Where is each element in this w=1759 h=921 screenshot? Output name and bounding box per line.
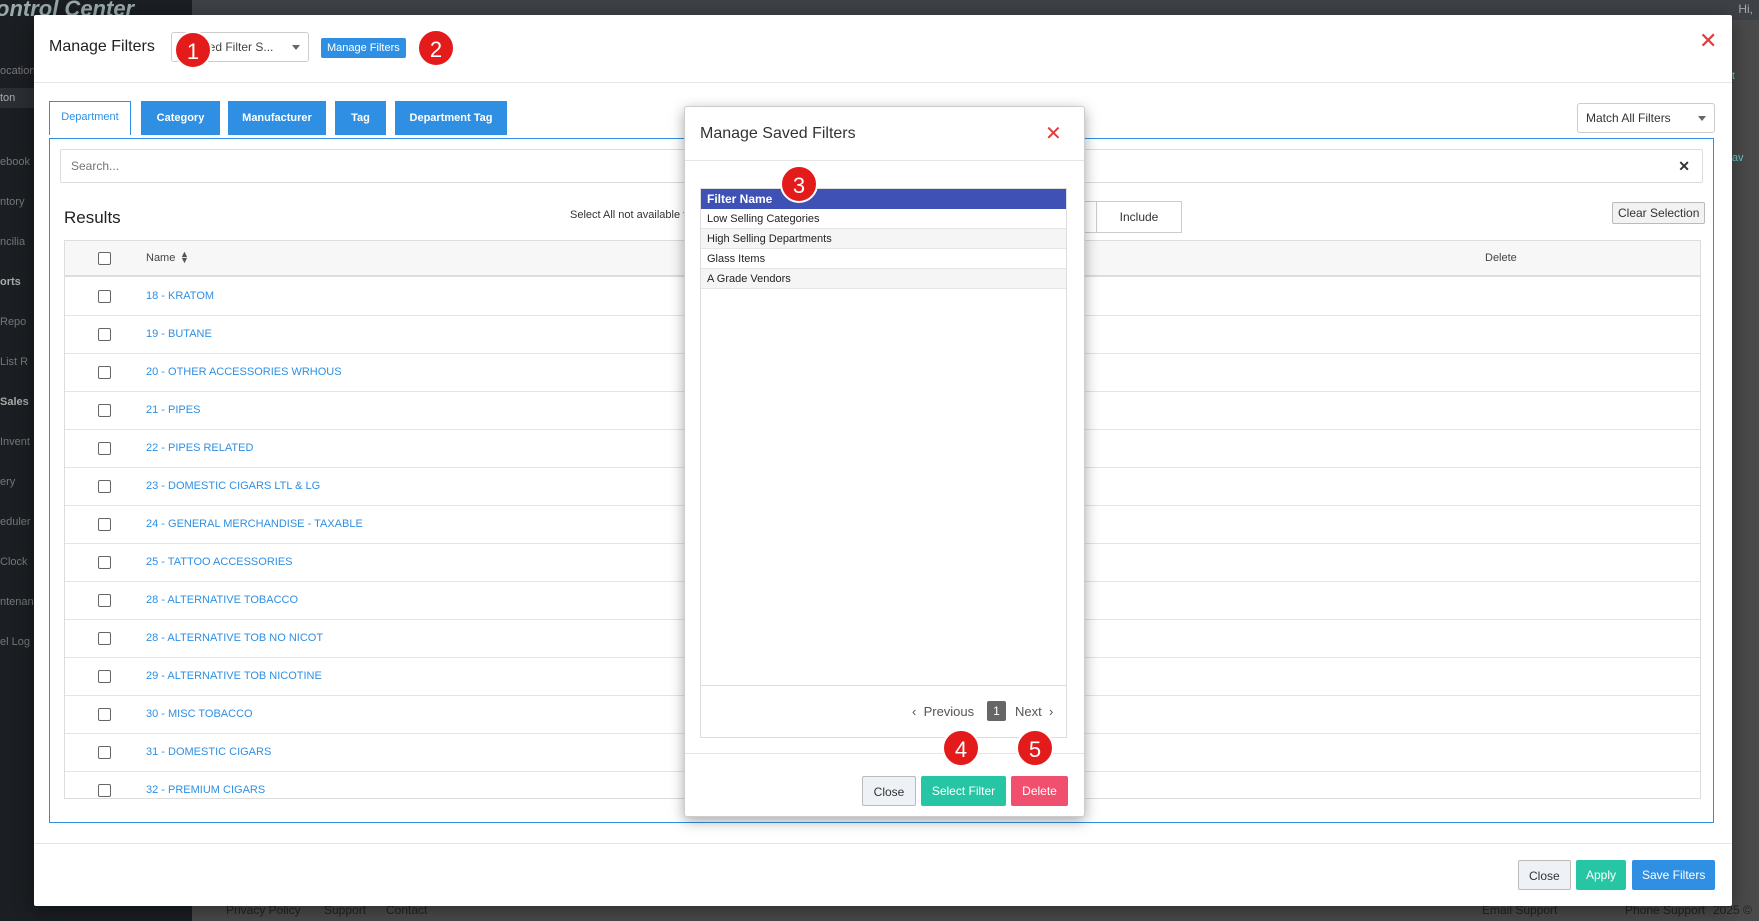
saved-modal-header: Manage Saved Filters ✕ bbox=[685, 107, 1084, 161]
chevron-left-icon: ‹ bbox=[912, 704, 924, 719]
row-checkbox[interactable] bbox=[98, 556, 111, 569]
sidebar-item: ntory bbox=[0, 196, 25, 208]
modal-footer: Close Apply Save Filters bbox=[34, 843, 1732, 907]
callout-badge: 2 bbox=[417, 29, 455, 67]
row-name-link[interactable]: 22 - PIPES RELATED bbox=[146, 442, 253, 454]
row-name-link[interactable]: 19 - BUTANE bbox=[146, 328, 212, 340]
sidebar-item: eduler bbox=[0, 516, 31, 528]
callout-badge: 5 bbox=[1016, 729, 1054, 767]
row-checkbox[interactable] bbox=[98, 518, 111, 531]
match-filters-value: Match All Filters bbox=[1586, 111, 1671, 125]
row-name-link[interactable]: 31 - DOMESTIC CIGARS bbox=[146, 746, 271, 758]
row-name-link[interactable]: 29 - ALTERNATIVE TOB NICOTINE bbox=[146, 670, 322, 682]
row-name-link[interactable]: 24 - GENERAL MERCHANDISE - TAXABLE bbox=[146, 518, 363, 530]
row-checkbox[interactable] bbox=[98, 366, 111, 379]
saved-filters-grid: Filter Name Low Selling Categories High … bbox=[700, 188, 1067, 738]
row-name-link[interactable]: 28 - ALTERNATIVE TOBACCO bbox=[146, 594, 298, 606]
row-name-link[interactable]: 28 - ALTERNATIVE TOB NO NICOT bbox=[146, 632, 323, 644]
row-name-link[interactable]: 20 - OTHER ACCESSORIES WRHOUS bbox=[146, 366, 342, 378]
tab-manufacturer[interactable]: Manufacturer bbox=[228, 101, 326, 135]
save-filters-button[interactable]: Save Filters bbox=[1632, 860, 1716, 890]
sidebar-item: Clock bbox=[0, 556, 28, 568]
select-filter-button[interactable]: Select Filter bbox=[921, 776, 1006, 806]
close-button[interactable]: Close bbox=[1518, 860, 1571, 890]
row-name-link[interactable]: 21 - PIPES bbox=[146, 404, 200, 416]
sidebar-item: Repo bbox=[0, 316, 27, 328]
sidebar-item: ebook bbox=[0, 156, 30, 168]
row-checkbox[interactable] bbox=[98, 632, 111, 645]
close-button[interactable]: Close bbox=[862, 776, 916, 806]
row-name-link[interactable]: 30 - MISC TOBACCO bbox=[146, 708, 253, 720]
close-icon[interactable]: ✕ bbox=[1045, 124, 1062, 144]
sidebar-item: List R bbox=[0, 356, 29, 368]
sidebar-item: ery bbox=[0, 476, 16, 488]
row-checkbox[interactable] bbox=[98, 784, 111, 797]
greeting: Hi, bbox=[1738, 2, 1753, 16]
sort-icon[interactable]: ▲ ▼ bbox=[180, 250, 189, 265]
row-name-link[interactable]: 23 - DOMESTIC CIGARS LTL & LG bbox=[146, 480, 320, 492]
modal-title: Manage Filters bbox=[49, 38, 155, 55]
pager-next[interactable]: Next › bbox=[1015, 704, 1053, 719]
manage-filters-button[interactable]: Manage Filters bbox=[321, 38, 406, 58]
sidebar-item: ncilia bbox=[0, 236, 26, 248]
callout-badge: 3 bbox=[780, 165, 818, 203]
sidebar-item: Invent bbox=[0, 436, 30, 448]
list-item[interactable]: A Grade Vendors bbox=[701, 269, 1066, 289]
callout-badge: 4 bbox=[942, 729, 980, 767]
modal-header: Manage Filters aved Filter S... Manage F… bbox=[34, 15, 1732, 83]
row-checkbox[interactable] bbox=[98, 290, 111, 303]
row-checkbox[interactable] bbox=[98, 404, 111, 417]
row-checkbox[interactable] bbox=[98, 708, 111, 721]
apply-button[interactable]: Apply bbox=[1576, 860, 1627, 890]
tab-department[interactable]: Department bbox=[49, 101, 131, 135]
list-item[interactable]: Low Selling Categories bbox=[701, 209, 1066, 229]
row-name-link[interactable]: 18 - KRATOM bbox=[146, 290, 214, 302]
chevron-down-icon bbox=[292, 45, 300, 50]
sidebar-item: Sales bbox=[0, 396, 29, 408]
sidebar-item: el Log bbox=[0, 636, 30, 648]
clear-search-icon[interactable]: ✕ bbox=[1678, 158, 1690, 175]
row-checkbox[interactable] bbox=[98, 480, 111, 493]
sidebar-item: orts bbox=[0, 276, 21, 288]
pager-previous[interactable]: ‹ Previous bbox=[912, 704, 974, 719]
pager: ‹ Previous 1 Next › bbox=[701, 685, 1066, 738]
delete-button[interactable]: Delete bbox=[1011, 776, 1068, 806]
row-name-link[interactable]: 32 - PREMIUM CIGARS bbox=[146, 784, 265, 796]
tab-department-tag[interactable]: Department Tag bbox=[395, 101, 507, 135]
pager-previous-label: Previous bbox=[923, 704, 975, 719]
row-checkbox[interactable] bbox=[98, 328, 111, 341]
list-item[interactable]: High Selling Departments bbox=[701, 229, 1066, 249]
sidebar-item: ntenan bbox=[0, 596, 34, 608]
list-item[interactable]: Glass Items bbox=[701, 249, 1066, 269]
column-filter-name: Filter Name bbox=[701, 189, 1066, 209]
pager-current-page[interactable]: 1 bbox=[987, 701, 1006, 721]
row-checkbox[interactable] bbox=[98, 670, 111, 683]
chevron-right-icon: › bbox=[1041, 704, 1054, 719]
chevron-down-icon bbox=[1698, 116, 1706, 121]
results-title: Results bbox=[64, 208, 121, 227]
row-checkbox[interactable] bbox=[98, 594, 111, 607]
row-checkbox[interactable] bbox=[98, 746, 111, 759]
match-filters-select[interactable]: Match All Filters bbox=[1577, 103, 1715, 133]
sidebar-item: ocation bbox=[0, 65, 36, 77]
saved-modal-title: Manage Saved Filters bbox=[700, 125, 856, 142]
manage-saved-filters-modal: Manage Saved Filters ✕ Filter Name Low S… bbox=[684, 106, 1085, 817]
callout-badge: 1 bbox=[174, 31, 212, 69]
pager-next-label: Next bbox=[1015, 704, 1042, 719]
tab-tag[interactable]: Tag bbox=[335, 101, 386, 135]
column-delete: Delete bbox=[1485, 252, 1517, 264]
clear-selection-button[interactable]: Clear Selection bbox=[1612, 202, 1706, 224]
select-all-checkbox[interactable] bbox=[98, 252, 111, 265]
close-icon[interactable]: ✕ bbox=[1699, 30, 1717, 52]
column-name[interactable]: Name bbox=[146, 252, 175, 264]
select-all-note: Select All not available for bbox=[570, 209, 696, 221]
tab-category[interactable]: Category bbox=[141, 101, 220, 135]
include-toggle[interactable]: Include bbox=[1096, 201, 1182, 233]
row-name-link[interactable]: 25 - TATTOO ACCESSORIES bbox=[146, 556, 293, 568]
row-checkbox[interactable] bbox=[98, 442, 111, 455]
